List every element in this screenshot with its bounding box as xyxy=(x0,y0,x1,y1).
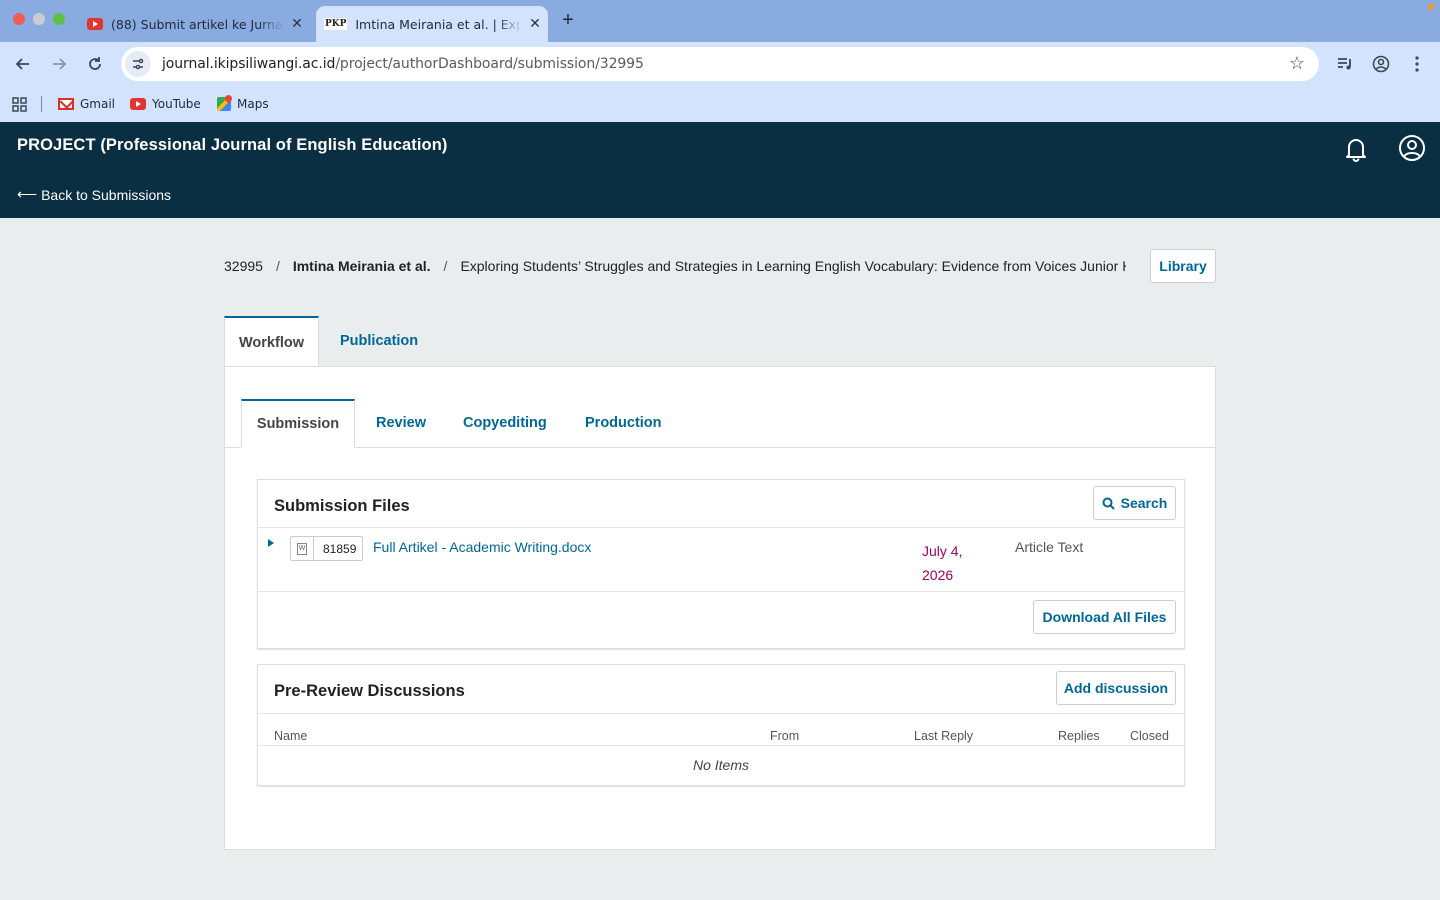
bookmarks-bar: Gmail YouTube Maps xyxy=(0,86,1440,122)
url-domain: journal.ikipsiliwangi.ac.id xyxy=(162,56,336,72)
breadcrumb-separator: / xyxy=(443,258,448,274)
divider xyxy=(258,745,1184,746)
close-icon[interactable]: ✕ xyxy=(522,16,548,32)
profile-icon[interactable] xyxy=(1369,52,1393,76)
file-date-line1: July 4, xyxy=(922,543,963,559)
tab-publication[interactable]: Publication xyxy=(326,316,432,366)
reload-icon[interactable] xyxy=(83,52,107,76)
notification-dot xyxy=(1428,4,1434,10)
tab-title: (88) Submit artikel ke Jurnal PROJECT xyxy=(111,16,284,32)
browser-tab-youtube[interactable]: (88) Submit artikel ke Jurnal PROJECT ✕ xyxy=(78,6,310,42)
back-to-submissions-link[interactable]: ⟵ Back to Submissions xyxy=(17,186,171,203)
bookmarks-divider xyxy=(41,96,42,112)
tab-review[interactable]: Review xyxy=(376,399,426,447)
breadcrumb-separator: / xyxy=(275,258,280,274)
youtube-icon xyxy=(87,18,103,30)
bookmark-label: Maps xyxy=(237,97,269,111)
file-date-line2: 2026 xyxy=(922,567,954,583)
back-link-label: Back to Submissions xyxy=(41,186,172,203)
site-info-icon[interactable] xyxy=(125,51,151,77)
url-text: journal.ikipsiliwangi.ac.id/project/auth… xyxy=(162,56,644,72)
youtube-icon xyxy=(130,98,146,110)
submission-files-title: Submission Files xyxy=(274,497,410,515)
file-type: Article Text xyxy=(1015,539,1084,555)
document-icon: W xyxy=(291,537,314,560)
back-arrow-icon[interactable] xyxy=(11,52,35,76)
browser-tab-bar: (88) Submit artikel ke Jurnal PROJECT ✕ … xyxy=(0,0,1440,42)
file-name-link[interactable]: Full Artikel - Academic Writing.docx xyxy=(373,539,591,555)
add-discussion-button[interactable]: Add discussion xyxy=(1056,671,1176,705)
expand-caret-icon[interactable] xyxy=(268,539,274,547)
window-zoom-button[interactable] xyxy=(53,13,65,25)
bookmark-star-icon[interactable]: ☆ xyxy=(1289,53,1305,74)
apps-grid-icon[interactable] xyxy=(12,96,27,112)
file-id-badge: W 81859 xyxy=(290,536,363,561)
file-id: 81859 xyxy=(323,541,357,556)
tab-copyediting[interactable]: Copyediting xyxy=(463,399,547,447)
search-button[interactable]: Search xyxy=(1093,486,1176,520)
pkp-icon: PKP xyxy=(324,18,348,30)
tab-submission[interactable]: Submission xyxy=(241,399,355,448)
file-date: July 4, 2026 xyxy=(922,539,982,587)
submission-title: Exploring Students’ Struggles and Strate… xyxy=(460,258,1126,274)
bookmark-label: Gmail xyxy=(80,97,116,111)
notification-bell-icon[interactable] xyxy=(1343,136,1369,162)
close-icon[interactable]: ✕ xyxy=(284,16,310,32)
journal-title[interactable]: PROJECT (Professional Journal of English… xyxy=(17,136,447,155)
download-all-files-button[interactable]: Download All Files xyxy=(1033,600,1176,634)
tab-production[interactable]: Production xyxy=(585,399,662,447)
divider xyxy=(258,591,1184,592)
stage-tabs: Submission Review Copyediting Production xyxy=(225,399,1215,448)
workflow-panel: Submission Review Copyediting Production… xyxy=(224,366,1216,850)
url-path: /project/authorDashboard/submission/3299… xyxy=(335,56,644,72)
submission-breadcrumb: 32995 / Imtina Meirania et al. / Explori… xyxy=(224,258,1126,274)
new-tab-button[interactable]: + xyxy=(558,9,578,33)
media-control-icon[interactable] xyxy=(1333,52,1357,76)
browser-tab-submission[interactable]: PKP Imtina Meirania et al. | Exploring S… xyxy=(316,6,548,42)
bookmark-label: YouTube xyxy=(152,97,201,111)
column-header-from: From xyxy=(770,729,800,743)
bookmark-maps[interactable]: Maps xyxy=(217,96,269,112)
search-button-label: Search xyxy=(1120,495,1168,511)
arrow-left-icon: ⟵ xyxy=(17,186,38,202)
tab-title: Imtina Meirania et al. | Exploring Stude… xyxy=(355,16,522,32)
divider xyxy=(258,713,1184,714)
column-header-name: Name xyxy=(274,729,308,743)
column-header-replies: Replies xyxy=(1058,729,1100,743)
gmail-icon xyxy=(58,98,74,110)
library-button[interactable]: Library xyxy=(1150,249,1216,283)
submission-id: 32995 xyxy=(224,258,263,274)
column-header-last-reply: Last Reply xyxy=(914,729,974,743)
tab-workflow[interactable]: Workflow xyxy=(224,316,319,367)
site-header: PROJECT (Professional Journal of English… xyxy=(0,122,1440,218)
browser-menu-icon[interactable] xyxy=(1405,52,1429,76)
pre-review-discussions-card: Pre-Review Discussions Add discussion Na… xyxy=(257,664,1185,786)
bookmark-youtube[interactable]: YouTube xyxy=(130,96,201,112)
column-header-closed: Closed xyxy=(1130,729,1169,743)
window-minimize-button[interactable] xyxy=(33,13,45,25)
window-close-button[interactable] xyxy=(13,13,25,25)
file-row: W 81859 Full Artikel - Academic Writing.… xyxy=(258,527,1184,591)
user-account-icon[interactable] xyxy=(1398,134,1426,162)
search-icon xyxy=(1102,497,1115,510)
maps-icon xyxy=(217,97,231,111)
empty-state-text: No Items xyxy=(692,757,749,773)
address-bar[interactable]: journal.ikipsiliwangi.ac.id/project/auth… xyxy=(121,47,1319,81)
submission-authors: Imtina Meirania et al. xyxy=(292,258,431,274)
bookmark-gmail[interactable]: Gmail xyxy=(58,96,115,112)
browser-toolbar: journal.ikipsiliwangi.ac.id/project/auth… xyxy=(0,42,1440,86)
discussions-title: Pre-Review Discussions xyxy=(274,682,465,700)
submission-files-card: Submission Files Search W 81859 Full Art… xyxy=(257,479,1185,649)
forward-arrow-icon[interactable] xyxy=(47,52,71,76)
